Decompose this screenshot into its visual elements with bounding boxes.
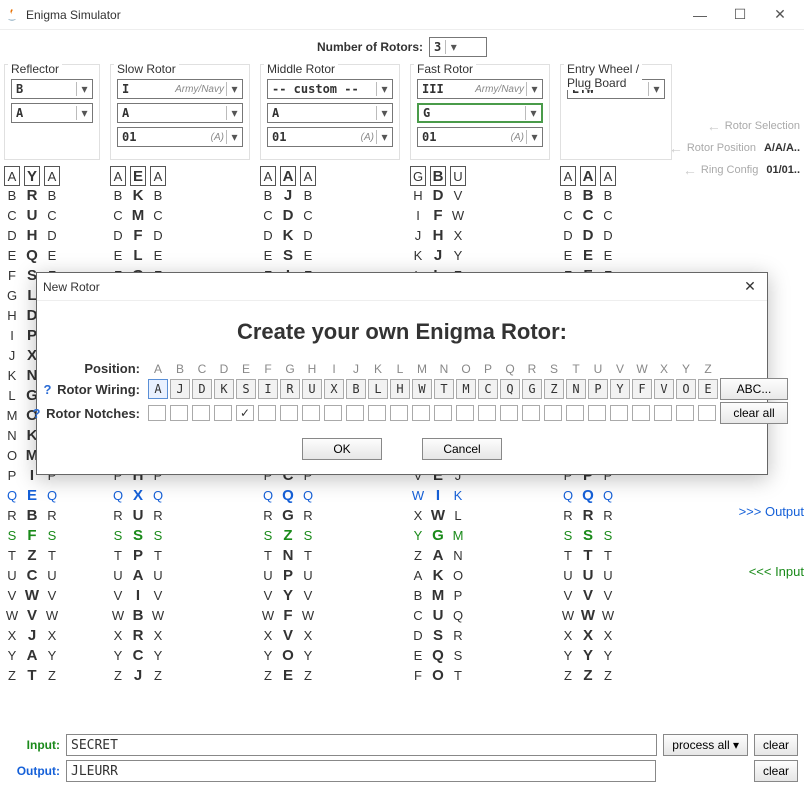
wiring-cell[interactable]: G bbox=[522, 379, 542, 399]
column-0: ReflectorB▾A▾ bbox=[4, 64, 100, 160]
process-all-button[interactable]: process all bbox=[663, 734, 748, 756]
dialog-title: New Rotor bbox=[43, 280, 739, 294]
notch-checkbox[interactable] bbox=[170, 405, 188, 421]
wiring-cell[interactable]: N bbox=[566, 379, 586, 399]
notch-checkbox[interactable] bbox=[214, 405, 232, 421]
notch-checkbox[interactable] bbox=[456, 405, 474, 421]
notch-checkbox[interactable] bbox=[412, 405, 430, 421]
notch-checkbox[interactable] bbox=[148, 405, 166, 421]
wiring-cell[interactable]: M bbox=[456, 379, 476, 399]
wiring-cell[interactable]: D bbox=[192, 379, 212, 399]
titlebar: Enigma Simulator — ☐ ✕ bbox=[0, 0, 804, 30]
wiring-cell[interactable]: O bbox=[676, 379, 696, 399]
rotor-count-row: Number of Rotors: 3▾ bbox=[0, 30, 804, 64]
column-3: Fast RotorIIIArmy/Navy▾G▾01(A)▾ bbox=[410, 64, 550, 160]
column-label: Fast Rotor bbox=[414, 62, 476, 76]
wiring-cell[interactable]: I bbox=[258, 379, 278, 399]
column-2: Middle Rotor-- custom --▾A▾01(A)▾ bbox=[260, 64, 400, 160]
input-clear-button[interactable]: clear bbox=[754, 734, 798, 756]
wiring-cell[interactable]: K bbox=[214, 379, 234, 399]
window-title: Enigma Simulator bbox=[26, 8, 680, 22]
output-label: Output: bbox=[4, 764, 60, 778]
wiring-cell[interactable]: B bbox=[346, 379, 366, 399]
column-1: Slow RotorIArmy/Navy▾A▾01(A)▾ bbox=[110, 64, 250, 160]
wiring-cell[interactable]: X bbox=[324, 379, 344, 399]
clear-all-button[interactable]: clear all bbox=[720, 402, 788, 424]
wiring-cell[interactable]: F bbox=[632, 379, 652, 399]
notch-checkbox[interactable] bbox=[368, 405, 386, 421]
input-row: Input: process all clear bbox=[4, 734, 798, 756]
wiring-cell[interactable]: T bbox=[434, 379, 454, 399]
rotor-count-select[interactable]: 3▾ bbox=[429, 37, 487, 57]
notch-checkbox[interactable] bbox=[478, 405, 496, 421]
wiring-cell[interactable]: Q bbox=[500, 379, 520, 399]
output-legend: >>> Output bbox=[739, 504, 804, 519]
wiring-cell[interactable]: A bbox=[148, 379, 168, 399]
wiring-label: ? Rotor Wiring: bbox=[16, 382, 146, 397]
notch-checkbox[interactable] bbox=[390, 405, 408, 421]
java-icon bbox=[4, 7, 20, 23]
wiring-cell[interactable]: W bbox=[412, 379, 432, 399]
output-clear-button[interactable]: clear bbox=[754, 760, 798, 782]
notch-checkbox[interactable] bbox=[654, 405, 672, 421]
wiring-cell[interactable]: V bbox=[654, 379, 674, 399]
dialog-close-button[interactable]: ✕ bbox=[739, 278, 761, 295]
dialog-cancel-button[interactable]: Cancel bbox=[422, 438, 502, 460]
new-rotor-dialog: New Rotor ✕ Create your own Enigma Rotor… bbox=[36, 272, 768, 475]
rotor-editor-grid: Position:ABCDEFGHIJKLMNOPQRSTUVWXYZ? Rot… bbox=[47, 361, 757, 424]
abc-button[interactable]: ABC... bbox=[720, 378, 788, 400]
wiring-cell[interactable]: P bbox=[588, 379, 608, 399]
column-label: Entry Wheel /Plug Board bbox=[564, 62, 642, 90]
column-4: Entry Wheel /Plug BoardETW▾ bbox=[560, 64, 672, 160]
column-label: Middle Rotor bbox=[264, 62, 338, 76]
notch-checkbox[interactable] bbox=[434, 405, 452, 421]
notch-checkbox[interactable] bbox=[192, 405, 210, 421]
wiring-cell[interactable]: C bbox=[478, 379, 498, 399]
input-field[interactable] bbox=[66, 734, 657, 756]
wiring-cell[interactable]: L bbox=[368, 379, 388, 399]
minimize-button[interactable]: — bbox=[680, 7, 720, 23]
input-legend: <<< Input bbox=[749, 564, 804, 579]
wiring-cell[interactable]: Z bbox=[544, 379, 564, 399]
wiring-cell[interactable]: Y bbox=[610, 379, 630, 399]
notch-checkbox[interactable] bbox=[544, 405, 562, 421]
output-row: Output: clear bbox=[4, 760, 798, 782]
column-label: Slow Rotor bbox=[114, 62, 179, 76]
wiring-cell[interactable]: U bbox=[302, 379, 322, 399]
rotor-count-label: Number of Rotors: bbox=[317, 40, 423, 54]
input-label: Input: bbox=[4, 738, 60, 752]
notch-checkbox[interactable] bbox=[346, 405, 364, 421]
notch-checkbox[interactable] bbox=[588, 405, 606, 421]
wiring-cell[interactable]: H bbox=[390, 379, 410, 399]
maximize-button[interactable]: ☐ bbox=[720, 6, 760, 23]
wiring-cell[interactable]: R bbox=[280, 379, 300, 399]
notch-checkbox[interactable] bbox=[632, 405, 650, 421]
notch-checkbox[interactable] bbox=[324, 405, 342, 421]
notch-checkbox[interactable] bbox=[566, 405, 584, 421]
column-label: Reflector bbox=[8, 62, 62, 76]
notch-checkbox[interactable] bbox=[302, 405, 320, 421]
notch-checkbox[interactable] bbox=[610, 405, 628, 421]
notch-checkbox[interactable] bbox=[280, 405, 298, 421]
wiring-cell[interactable]: S bbox=[236, 379, 256, 399]
close-button[interactable]: ✕ bbox=[760, 6, 800, 23]
wiring-cell[interactable]: E bbox=[698, 379, 718, 399]
wiring-cell[interactable]: J bbox=[170, 379, 190, 399]
notch-checkbox[interactable] bbox=[236, 405, 254, 421]
notch-checkbox[interactable] bbox=[676, 405, 694, 421]
notch-label: ? Rotor Notches: bbox=[16, 406, 146, 421]
notch-checkbox[interactable] bbox=[258, 405, 276, 421]
notch-checkbox[interactable] bbox=[698, 405, 716, 421]
notch-checkbox[interactable] bbox=[522, 405, 540, 421]
dialog-ok-button[interactable]: OK bbox=[302, 438, 382, 460]
dialog-heading: Create your own Enigma Rotor: bbox=[47, 319, 757, 345]
notch-checkbox[interactable] bbox=[500, 405, 518, 421]
output-field[interactable] bbox=[66, 760, 656, 782]
right-legend: ←Rotor Selection ←Rotor PositionA/A/A.. … bbox=[669, 118, 800, 178]
